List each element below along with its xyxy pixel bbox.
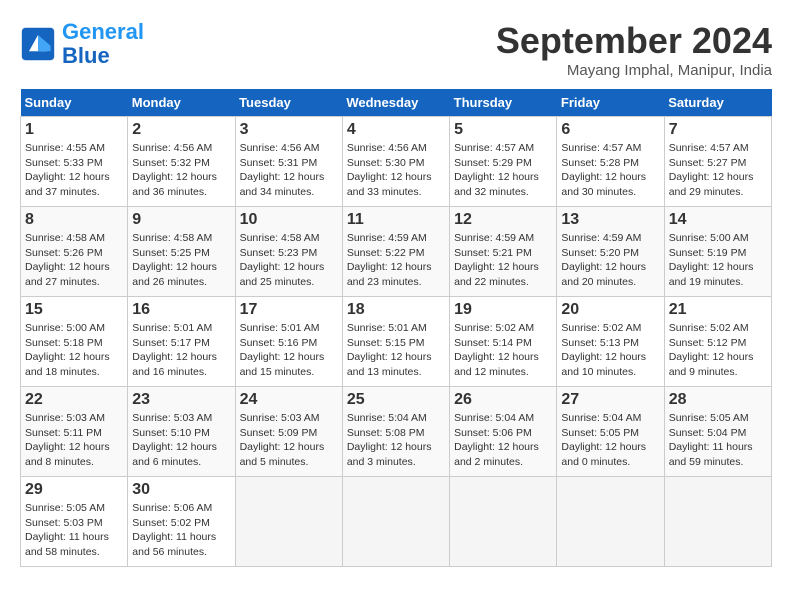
logo-text: GeneralBlue (62, 20, 144, 68)
table-row (557, 477, 664, 567)
table-row: 3Sunrise: 4:56 AMSunset: 5:31 PMDaylight… (235, 117, 342, 207)
table-row: 30Sunrise: 5:06 AMSunset: 5:02 PMDayligh… (128, 477, 235, 567)
calendar-week-2: 8Sunrise: 4:58 AMSunset: 5:26 PMDaylight… (21, 207, 772, 297)
col-monday: Monday (128, 89, 235, 117)
table-row: 24Sunrise: 5:03 AMSunset: 5:09 PMDayligh… (235, 387, 342, 477)
col-friday: Friday (557, 89, 664, 117)
calendar-header-row: Sunday Monday Tuesday Wednesday Thursday… (21, 89, 772, 117)
table-row: 7Sunrise: 4:57 AMSunset: 5:27 PMDaylight… (664, 117, 771, 207)
month-title: September 2024 (496, 20, 772, 62)
table-row: 4Sunrise: 4:56 AMSunset: 5:30 PMDaylight… (342, 117, 449, 207)
calendar-week-5: 29Sunrise: 5:05 AMSunset: 5:03 PMDayligh… (21, 477, 772, 567)
calendar-table: Sunday Monday Tuesday Wednesday Thursday… (20, 89, 772, 567)
table-row: 9Sunrise: 4:58 AMSunset: 5:25 PMDaylight… (128, 207, 235, 297)
calendar-week-3: 15Sunrise: 5:00 AMSunset: 5:18 PMDayligh… (21, 297, 772, 387)
table-row (342, 477, 449, 567)
table-row: 17Sunrise: 5:01 AMSunset: 5:16 PMDayligh… (235, 297, 342, 387)
table-row: 23Sunrise: 5:03 AMSunset: 5:10 PMDayligh… (128, 387, 235, 477)
calendar-week-4: 22Sunrise: 5:03 AMSunset: 5:11 PMDayligh… (21, 387, 772, 477)
table-row (450, 477, 557, 567)
table-row: 15Sunrise: 5:00 AMSunset: 5:18 PMDayligh… (21, 297, 128, 387)
col-wednesday: Wednesday (342, 89, 449, 117)
calendar-week-1: 1Sunrise: 4:55 AMSunset: 5:33 PMDaylight… (21, 117, 772, 207)
logo: GeneralBlue (20, 20, 144, 68)
table-row: 14Sunrise: 5:00 AMSunset: 5:19 PMDayligh… (664, 207, 771, 297)
col-sunday: Sunday (21, 89, 128, 117)
table-row: 21Sunrise: 5:02 AMSunset: 5:12 PMDayligh… (664, 297, 771, 387)
location: Mayang Imphal, Manipur, India (496, 62, 772, 79)
header: GeneralBlue September 2024 Mayang Imphal… (20, 20, 772, 79)
table-row: 25Sunrise: 5:04 AMSunset: 5:08 PMDayligh… (342, 387, 449, 477)
logo-icon (20, 26, 56, 62)
table-row: 5Sunrise: 4:57 AMSunset: 5:29 PMDaylight… (450, 117, 557, 207)
col-saturday: Saturday (664, 89, 771, 117)
table-row: 13Sunrise: 4:59 AMSunset: 5:20 PMDayligh… (557, 207, 664, 297)
table-row: 20Sunrise: 5:02 AMSunset: 5:13 PMDayligh… (557, 297, 664, 387)
col-thursday: Thursday (450, 89, 557, 117)
table-row: 27Sunrise: 5:04 AMSunset: 5:05 PMDayligh… (557, 387, 664, 477)
table-row: 2Sunrise: 4:56 AMSunset: 5:32 PMDaylight… (128, 117, 235, 207)
table-row: 10Sunrise: 4:58 AMSunset: 5:23 PMDayligh… (235, 207, 342, 297)
table-row: 28Sunrise: 5:05 AMSunset: 5:04 PMDayligh… (664, 387, 771, 477)
col-tuesday: Tuesday (235, 89, 342, 117)
table-row: 26Sunrise: 5:04 AMSunset: 5:06 PMDayligh… (450, 387, 557, 477)
table-row: 11Sunrise: 4:59 AMSunset: 5:22 PMDayligh… (342, 207, 449, 297)
table-row: 8Sunrise: 4:58 AMSunset: 5:26 PMDaylight… (21, 207, 128, 297)
table-row: 19Sunrise: 5:02 AMSunset: 5:14 PMDayligh… (450, 297, 557, 387)
table-row: 12Sunrise: 4:59 AMSunset: 5:21 PMDayligh… (450, 207, 557, 297)
table-row: 22Sunrise: 5:03 AMSunset: 5:11 PMDayligh… (21, 387, 128, 477)
table-row: 16Sunrise: 5:01 AMSunset: 5:17 PMDayligh… (128, 297, 235, 387)
title-block: September 2024 Mayang Imphal, Manipur, I… (496, 20, 772, 79)
table-row: 1Sunrise: 4:55 AMSunset: 5:33 PMDaylight… (21, 117, 128, 207)
table-row: 18Sunrise: 5:01 AMSunset: 5:15 PMDayligh… (342, 297, 449, 387)
table-row (664, 477, 771, 567)
table-row: 29Sunrise: 5:05 AMSunset: 5:03 PMDayligh… (21, 477, 128, 567)
table-row (235, 477, 342, 567)
table-row: 6Sunrise: 4:57 AMSunset: 5:28 PMDaylight… (557, 117, 664, 207)
